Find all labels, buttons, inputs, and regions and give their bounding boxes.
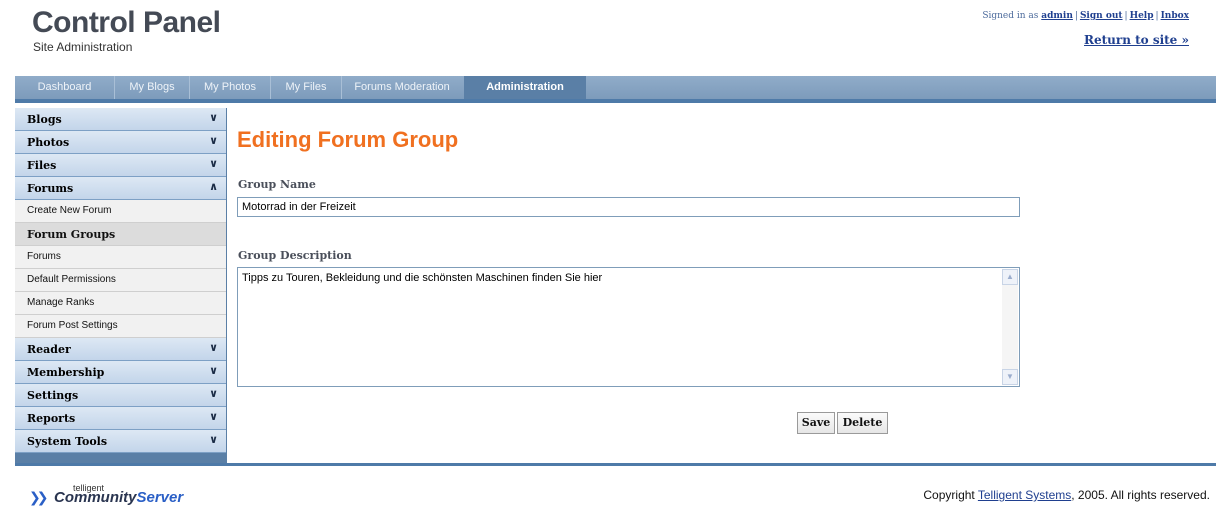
- chevron-down-icon: ∨: [209, 134, 218, 147]
- username-link[interactable]: admin: [1041, 11, 1073, 21]
- chevron-down-icon: ∨: [209, 157, 218, 170]
- sidebar-item-create-new-forum[interactable]: Create New Forum: [15, 200, 226, 223]
- inbox-link[interactable]: Inbox: [1161, 11, 1189, 21]
- sidebar-section-label: Forums: [27, 182, 74, 195]
- tab-dashboard[interactable]: Dashboard: [15, 76, 115, 99]
- sidebar-section-membership[interactable]: Membership ∨: [15, 361, 226, 384]
- sidebar-section-label: Reports: [27, 412, 76, 425]
- app-title: Control Panel: [32, 6, 221, 39]
- community-server-logo: ❯❯ telligent CommunityServer: [29, 483, 199, 506]
- logo-wordmark: CommunityServer: [54, 489, 184, 506]
- chevron-up-icon: ∧: [209, 180, 218, 193]
- group-name-label: Group Name: [238, 178, 316, 191]
- sign-out-link[interactable]: Sign out: [1080, 11, 1123, 21]
- sidebar-section-reader[interactable]: Reader ∨: [15, 338, 226, 361]
- sidebar-item-manage-ranks[interactable]: Manage Ranks: [15, 292, 226, 315]
- tab-administration[interactable]: Administration: [464, 76, 586, 99]
- tab-my-files[interactable]: My Files: [271, 76, 342, 99]
- delete-button[interactable]: Delete: [837, 412, 888, 434]
- logo-arrows-icon: ❯❯: [29, 490, 49, 506]
- sidebar: Blogs ∨ Photos ∨ Files ∨ Forums ∧ Create…: [15, 108, 227, 463]
- group-description-label: Group Description: [238, 249, 352, 262]
- sidebar-section-blogs[interactable]: Blogs ∨: [15, 108, 226, 131]
- help-link[interactable]: Help: [1130, 11, 1154, 21]
- sidebar-section-settings[interactable]: Settings ∨: [15, 384, 226, 407]
- tab-my-blogs[interactable]: My Blogs: [115, 76, 190, 99]
- sidebar-item-default-permissions[interactable]: Default Permissions: [15, 269, 226, 292]
- sidebar-section-photos[interactable]: Photos ∨: [15, 131, 226, 154]
- sidebar-section-label: Photos: [27, 136, 70, 149]
- telligent-systems-link[interactable]: Telligent Systems: [978, 488, 1071, 502]
- sidebar-item-label: Forum Post Settings: [27, 320, 118, 331]
- group-description-textarea[interactable]: Tipps zu Touren, Bekleidung und die schö…: [237, 267, 1020, 387]
- group-description-text: Tipps zu Touren, Bekleidung und die schö…: [242, 272, 603, 284]
- scroll-down-icon[interactable]: ▼: [1002, 369, 1018, 385]
- tab-forums-moderation[interactable]: Forums Moderation: [342, 76, 462, 99]
- chevron-down-icon: ∨: [209, 410, 218, 423]
- sidebar-section-label: Files: [27, 159, 57, 172]
- sidebar-item-forums[interactable]: Forums: [15, 246, 226, 269]
- sidebar-item-label: Create New Forum: [27, 205, 112, 216]
- page-title: Editing Forum Group: [237, 127, 459, 152]
- signed-in-text: Signed in as: [982, 11, 1039, 21]
- save-button[interactable]: Save: [797, 412, 835, 434]
- sidebar-section-system-tools[interactable]: System Tools ∨: [15, 430, 226, 453]
- scroll-up-icon[interactable]: ▲: [1002, 269, 1018, 285]
- main-nav: Dashboard My Blogs My Photos My Files Fo…: [15, 76, 1216, 99]
- sidebar-item-forum-groups[interactable]: Forum Groups: [15, 223, 226, 246]
- app-subtitle: Site Administration: [33, 40, 133, 54]
- user-links: Signed in as admin | Sign out | Help | Inbox: [982, 11, 1189, 21]
- sidebar-section-label: System Tools: [27, 435, 108, 448]
- sidebar-item-forum-post-settings[interactable]: Forum Post Settings: [15, 315, 226, 338]
- chevron-down-icon: ∨: [209, 387, 218, 400]
- sidebar-section-label: Reader: [27, 343, 71, 356]
- sidebar-section-label: Blogs: [27, 113, 62, 126]
- sidebar-section-files[interactable]: Files ∨: [15, 154, 226, 177]
- sidebar-item-label: Forums: [27, 251, 61, 262]
- tab-my-photos[interactable]: My Photos: [190, 76, 271, 99]
- sidebar-section-forums[interactable]: Forums ∧: [15, 177, 226, 200]
- nav-underline: [15, 99, 1216, 103]
- chevron-down-icon: ∨: [209, 364, 218, 377]
- sidebar-section-reports[interactable]: Reports ∨: [15, 407, 226, 430]
- chevron-down-icon: ∨: [209, 341, 218, 354]
- sidebar-item-label: Default Permissions: [27, 274, 116, 285]
- sidebar-section-label: Membership: [27, 366, 105, 379]
- sidebar-item-label: Manage Ranks: [27, 297, 95, 308]
- group-name-input[interactable]: Motorrad in der Freizeit: [237, 197, 1020, 217]
- return-to-site-link[interactable]: Return to site »: [1084, 33, 1189, 47]
- chevron-down-icon: ∨: [209, 433, 218, 446]
- chevron-down-icon: ∨: [209, 111, 218, 124]
- sidebar-item-label: Forum Groups: [27, 228, 116, 241]
- textarea-scrollbar[interactable]: ▲ ▼: [1002, 269, 1018, 385]
- copyright-text: Copyright Telligent Systems, 2005. All r…: [923, 488, 1210, 502]
- sidebar-section-label: Settings: [27, 389, 79, 402]
- content-bottom-border: [15, 463, 1216, 466]
